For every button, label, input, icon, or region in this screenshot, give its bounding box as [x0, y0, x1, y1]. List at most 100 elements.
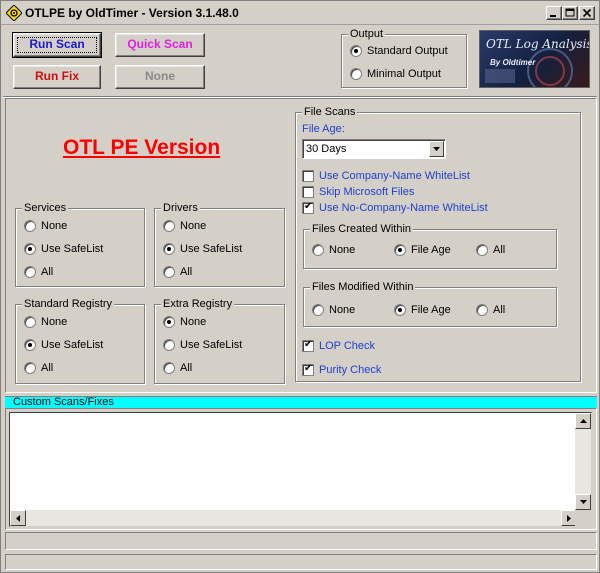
output-minimal-label: Minimal Output — [367, 68, 441, 80]
vertical-scrollbar[interactable] — [575, 413, 591, 510]
quick-scan-button[interactable]: Quick Scan — [115, 33, 205, 57]
run-fix-button[interactable]: Run Fix — [13, 65, 101, 89]
chevron-down-icon — [432, 146, 440, 151]
arrow-right-icon — [567, 514, 571, 522]
run-scan-button[interactable]: Run Scan — [12, 32, 102, 58]
checkbox-indicator — [302, 339, 314, 352]
file-age-dropdown-button[interactable] — [429, 141, 444, 157]
scroll-left-button[interactable] — [10, 510, 26, 526]
use-company-whitelist-label: Use Company-Name WhiteList — [319, 170, 470, 182]
radio-indicator — [350, 68, 362, 80]
lop-check-label: LOP Check — [319, 340, 376, 352]
radio-indicator — [24, 243, 36, 255]
close-button[interactable] — [579, 6, 595, 20]
created-all-radio[interactable]: All — [476, 242, 505, 258]
drivers-group: Drivers None Use SafeList All — [154, 201, 285, 287]
skip-microsoft-checkbox[interactable]: Skip Microsoft Files — [302, 184, 414, 200]
horizontal-scrollbar[interactable] — [10, 510, 577, 526]
standard-registry-title: Standard Registry — [22, 297, 115, 311]
modified-file-age-radio[interactable]: File Age — [394, 302, 451, 318]
file-age-value: 30 Days — [306, 143, 347, 155]
otlpe-window: OTLPE by OldTimer - Version 3.1.48.0 Run… — [0, 0, 600, 573]
purity-check-checkbox[interactable]: Purity Check — [302, 362, 381, 378]
extra-registry-all-radio[interactable]: All — [163, 360, 192, 376]
maximize-button[interactable] — [562, 6, 578, 20]
none-button[interactable]: None — [115, 65, 205, 89]
file-age-select[interactable]: 30 Days — [302, 139, 446, 159]
radio-indicator — [394, 304, 406, 316]
minimize-button[interactable] — [546, 6, 562, 20]
extra-registry-safelist-radio[interactable]: Use SafeList — [163, 337, 242, 353]
custom-scans-header: Custom Scans/Fixes — [5, 396, 597, 408]
drivers-none-label: None — [180, 220, 207, 232]
std-registry-all-label: All — [41, 362, 54, 374]
lop-check-checkbox[interactable]: LOP Check — [302, 338, 375, 354]
arrow-down-icon — [579, 500, 587, 504]
pe-version-heading: OTL PE Version — [63, 136, 221, 159]
extra-registry-group: Extra Registry None Use SafeList All — [154, 297, 285, 384]
drivers-all-radio[interactable]: All — [163, 264, 192, 280]
created-none-radio[interactable]: None — [312, 242, 355, 258]
radio-indicator — [394, 244, 406, 256]
radio-indicator — [163, 362, 175, 374]
file-scans-group: File Scans File Age: 30 Days Use Company… — [295, 105, 581, 382]
created-file-age-radio[interactable]: File Age — [394, 242, 451, 258]
std-registry-safelist-radio[interactable]: Use SafeList — [24, 337, 103, 353]
extra-registry-none-radio[interactable]: None — [163, 314, 206, 330]
drivers-title: Drivers — [161, 201, 200, 215]
drivers-safelist-radio[interactable]: Use SafeList — [163, 241, 242, 257]
drivers-safelist-label: Use SafeList — [180, 243, 243, 255]
scroll-down-button[interactable] — [575, 494, 591, 510]
custom-scans-textarea[interactable] — [9, 412, 592, 527]
use-no-company-whitelist-checkbox[interactable]: Use No-Company-Name WhiteList — [302, 200, 488, 216]
files-created-title: Files Created Within — [310, 222, 414, 236]
arrow-up-icon — [579, 419, 587, 423]
std-registry-all-radio[interactable]: All — [24, 360, 53, 376]
maximize-icon — [565, 8, 575, 17]
radio-indicator — [312, 304, 324, 316]
modified-none-radio[interactable]: None — [312, 302, 355, 318]
radio-indicator — [163, 243, 175, 255]
modified-none-label: None — [329, 304, 356, 316]
std-registry-none-label: None — [41, 316, 68, 328]
arrow-left-icon — [16, 514, 20, 522]
use-company-whitelist-checkbox[interactable]: Use Company-Name WhiteList — [302, 168, 470, 184]
purity-check-label: Purity Check — [319, 364, 382, 376]
radio-indicator — [163, 339, 175, 351]
file-age-label: File Age: — [302, 123, 345, 135]
custom-scans-title: Custom Scans/Fixes — [13, 396, 114, 408]
radio-indicator — [24, 220, 36, 232]
custom-scans-frame — [5, 408, 597, 530]
files-modified-group: Files Modified Within None File Age All — [303, 280, 557, 327]
output-standard-radio[interactable]: Standard Output — [350, 43, 448, 59]
otl-logo: OTL Log Analysis By Oldtimer — [479, 30, 590, 88]
services-all-radio[interactable]: All — [24, 264, 53, 280]
standard-registry-group: Standard Registry None Use SafeList All — [15, 297, 145, 384]
title-bar[interactable]: OTLPE by OldTimer - Version 3.1.48.0 — [1, 1, 599, 25]
radio-indicator — [476, 244, 488, 256]
extra-registry-none-label: None — [180, 316, 207, 328]
radio-indicator — [24, 266, 36, 278]
drivers-none-radio[interactable]: None — [163, 218, 206, 234]
radio-indicator — [476, 304, 488, 316]
radio-indicator — [163, 220, 175, 232]
logo-subtitle: By Oldtimer — [490, 58, 536, 67]
extra-registry-all-label: All — [180, 362, 193, 374]
output-group: Output Standard Output Minimal Output — [341, 27, 467, 88]
radio-indicator — [312, 244, 324, 256]
scroll-up-button[interactable] — [575, 413, 591, 429]
services-none-label: None — [41, 220, 68, 232]
extra-registry-title: Extra Registry — [161, 297, 235, 311]
created-file-age-label: File Age — [411, 244, 451, 256]
output-minimal-radio[interactable]: Minimal Output — [350, 66, 441, 82]
files-created-group: Files Created Within None File Age All — [303, 222, 557, 269]
radio-indicator — [163, 266, 175, 278]
services-safelist-radio[interactable]: Use SafeList — [24, 241, 103, 257]
std-registry-none-radio[interactable]: None — [24, 314, 67, 330]
use-no-company-whitelist-label: Use No-Company-Name WhiteList — [319, 202, 488, 214]
modified-all-radio[interactable]: All — [476, 302, 505, 318]
services-none-radio[interactable]: None — [24, 218, 67, 234]
modified-all-label: All — [493, 304, 506, 316]
progress-bar — [5, 532, 597, 550]
services-safelist-label: Use SafeList — [41, 243, 104, 255]
